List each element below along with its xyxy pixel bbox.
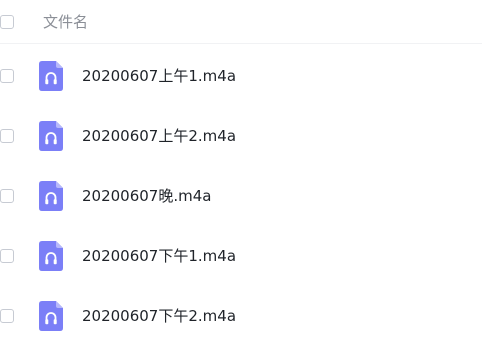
file-name[interactable]: 20200607晚.m4a [82, 186, 211, 206]
file-list: 文件名 20200607上午1.m4a 20200607上午2.m4a 2020… [0, 0, 482, 361]
audio-file-icon [39, 121, 63, 151]
audio-file-icon [39, 301, 63, 331]
audio-file-icon [39, 181, 63, 211]
select-all-checkbox[interactable] [0, 15, 14, 29]
file-name[interactable]: 20200607上午2.m4a [82, 126, 236, 146]
column-header-filename[interactable]: 文件名 [43, 12, 88, 32]
file-name[interactable]: 20200607下午1.m4a [82, 246, 236, 266]
file-row[interactable]: 20200607下午2.m4a [0, 286, 482, 346]
row-checkbox[interactable] [0, 309, 14, 323]
row-checkbox[interactable] [0, 129, 14, 143]
file-row[interactable]: 20200607上午1.m4a [0, 46, 482, 106]
file-name[interactable]: 20200607上午1.m4a [82, 66, 236, 86]
file-name[interactable]: 20200607下午2.m4a [82, 306, 236, 326]
row-checkbox[interactable] [0, 69, 14, 83]
file-row[interactable]: 20200607上午2.m4a [0, 106, 482, 166]
file-row[interactable]: 20200607晚.m4a [0, 166, 482, 226]
file-list-header: 文件名 [0, 0, 482, 44]
row-checkbox[interactable] [0, 249, 14, 263]
audio-file-icon [39, 61, 63, 91]
audio-file-icon [39, 241, 63, 271]
file-row[interactable]: 20200607下午1.m4a [0, 226, 482, 286]
row-checkbox[interactable] [0, 189, 14, 203]
